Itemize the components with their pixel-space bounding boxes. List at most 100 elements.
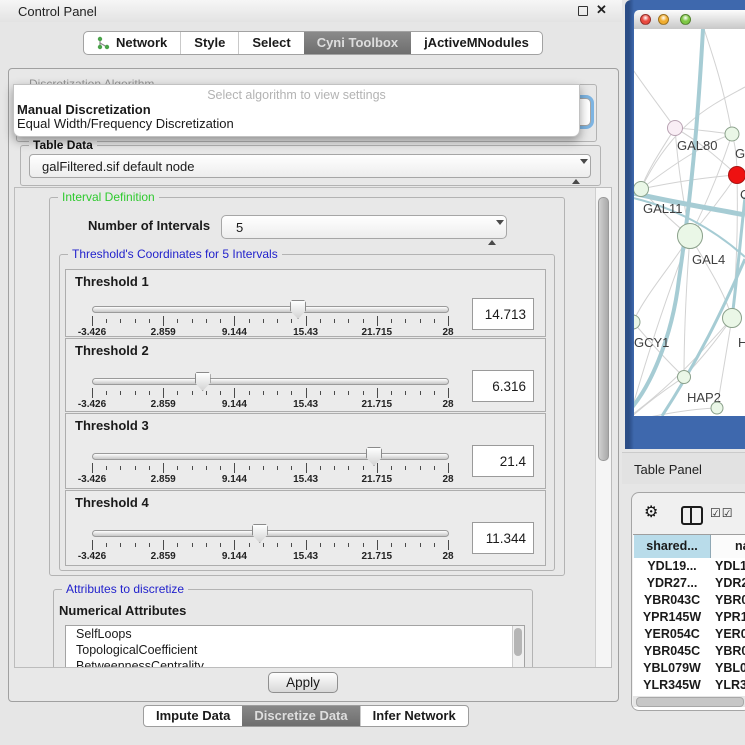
slider-track[interactable] <box>92 530 449 537</box>
checkbox-icons[interactable]: ☑☑ <box>710 506 734 520</box>
network-view-canvas[interactable]: GAL80GACGAL11GAL4GCY1HHAP2 <box>634 29 745 416</box>
cell-name: YDR2 <box>715 575 745 592</box>
pane-scrollbar[interactable] <box>595 188 611 667</box>
list-scrollbar-thumb[interactable] <box>514 628 522 656</box>
tick-mark <box>306 540 307 550</box>
gear-icon[interactable]: ⚙ <box>644 502 658 522</box>
attributes-group-title: Attributes to discretize <box>62 582 188 596</box>
number-of-intervals-spinner[interactable]: 5 <box>221 215 507 239</box>
table-row[interactable]: YPR145WYPR1 <box>633 609 745 626</box>
tick-mark <box>291 466 292 470</box>
threshold-value-field[interactable]: 11.344 <box>472 522 534 554</box>
tick-mark <box>291 319 292 323</box>
panel-title: Control Panel <box>18 4 97 19</box>
tick-mark <box>377 316 378 326</box>
node-GAL4[interactable] <box>678 224 703 249</box>
cell-name: YLR3 <box>715 677 745 694</box>
tab-cyni-toolbox[interactable]: Cyni Toolbox <box>304 32 411 54</box>
edge[interactable] <box>634 408 717 416</box>
close-traffic-light[interactable] <box>640 14 651 25</box>
close-icon[interactable]: ✕ <box>596 2 607 18</box>
tick-mark <box>249 391 250 395</box>
split-columns-icon[interactable] <box>681 506 703 525</box>
node-H-node[interactable] <box>723 309 742 328</box>
table-row[interactable]: YDR27...YDR2 <box>633 575 745 592</box>
table-hscrollbar-thumb[interactable] <box>636 697 744 707</box>
node-GCY1[interactable] <box>634 315 640 329</box>
slider-track[interactable] <box>92 306 449 313</box>
table-row[interactable]: YER054CYER0 <box>633 626 745 643</box>
table-row[interactable]: YBL079WYBL0 <box>633 660 745 677</box>
cell-name: YBR0 <box>715 643 745 660</box>
slider-handle[interactable] <box>366 447 382 466</box>
dropdown-item-equal-width[interactable]: Equal Width/Frequency Discretization <box>14 117 579 131</box>
node-GAL-top[interactable] <box>725 127 739 141</box>
network-graph[interactable]: GAL80GACGAL11GAL4GCY1HHAP2 <box>634 29 745 416</box>
node-bottom-node[interactable] <box>711 402 723 414</box>
column-header-shared[interactable]: shared... <box>634 535 711 558</box>
edge[interactable] <box>684 236 690 377</box>
tick-mark <box>135 319 136 323</box>
tick-mark <box>120 466 121 470</box>
dropdown-item-manual-discretization[interactable]: Manual Discretization <box>14 103 579 117</box>
attribute-list-item[interactable]: BetweennessCentrality <box>66 659 524 668</box>
tick-mark <box>106 543 107 547</box>
thresholds-group-title: Threshold's Coordinates for 5 Intervals <box>68 247 282 261</box>
tick-mark <box>149 466 150 470</box>
edge[interactable] <box>704 29 732 134</box>
tick-mark <box>320 319 321 323</box>
tab-select[interactable]: Select <box>238 32 303 54</box>
slider-handle[interactable] <box>290 300 306 319</box>
tick-mark <box>192 466 193 470</box>
edge[interactable] <box>690 236 732 318</box>
cell-shared-name: YBR045C <box>634 643 710 660</box>
table-data-combobox[interactable]: galFiltered.sif default node <box>29 154 591 178</box>
attribute-list-item[interactable]: SelfLoops <box>66 627 524 642</box>
zoom-traffic-light[interactable] <box>680 14 691 25</box>
table-row[interactable]: YBR045C YBR0 <box>633 643 745 660</box>
pane-scrollbar-thumb[interactable] <box>598 197 609 461</box>
minimize-traffic-light[interactable] <box>658 14 669 25</box>
threshold-value-field[interactable]: 21.4 <box>472 445 534 477</box>
slider-track[interactable] <box>92 453 449 460</box>
tab-jactivemnodules[interactable]: jActiveMNodules <box>411 32 542 54</box>
tick-mark <box>391 466 392 470</box>
node-GAL80[interactable] <box>668 121 683 136</box>
float-window-icon[interactable] <box>578 6 588 16</box>
tab-network[interactable]: Network <box>84 32 180 54</box>
threshold-value-field[interactable]: 6.316 <box>472 370 534 402</box>
tick-mark <box>92 463 93 473</box>
tick-mark <box>135 391 136 395</box>
edge-highlighted[interactable] <box>634 29 703 414</box>
table-horizontal-scrollbar[interactable] <box>633 696 745 707</box>
tab-discretize-data[interactable]: Discretize Data <box>242 706 359 726</box>
edge[interactable] <box>634 64 675 128</box>
table-row[interactable]: YDL19...YDL1 <box>633 558 745 575</box>
list-scrollbar[interactable] <box>512 626 524 668</box>
tab-impute-data[interactable]: Impute Data <box>144 706 242 726</box>
threshold-value-field[interactable]: 14.713 <box>472 298 534 330</box>
apply-button[interactable]: Apply <box>268 672 338 693</box>
table-row[interactable]: YLR345WYLR3 <box>633 677 745 694</box>
node-red-node[interactable] <box>729 167 745 184</box>
node-HAP2[interactable] <box>678 371 691 384</box>
tick-mark <box>206 391 207 395</box>
cell-name: YBL0 <box>715 660 745 677</box>
slider-handle[interactable] <box>252 524 268 543</box>
cell-name: YER0 <box>715 626 745 643</box>
tick-mark <box>177 391 178 395</box>
tab-style[interactable]: Style <box>180 32 238 54</box>
dropdown-placeholder-item[interactable]: Select algorithm to view settings <box>14 88 579 103</box>
slider-handle[interactable] <box>195 372 211 391</box>
node-GAL11[interactable] <box>634 182 649 197</box>
node-label: GA <box>735 146 745 161</box>
tick-label: 9.144 <box>222 474 247 485</box>
table-panel-title: Table Panel <box>634 462 702 477</box>
numerical-attributes-list[interactable]: SelfLoopsTopologicalCoefficientBetweenne… <box>65 625 525 668</box>
tab-infer-network[interactable]: Infer Network <box>360 706 468 726</box>
attribute-list-item[interactable]: TopologicalCoefficient <box>66 643 524 658</box>
slider-track[interactable] <box>92 378 449 385</box>
tick-mark <box>334 466 335 470</box>
column-header-name[interactable]: na <box>735 535 745 558</box>
table-row[interactable]: YBR043CYBR0 <box>633 592 745 609</box>
